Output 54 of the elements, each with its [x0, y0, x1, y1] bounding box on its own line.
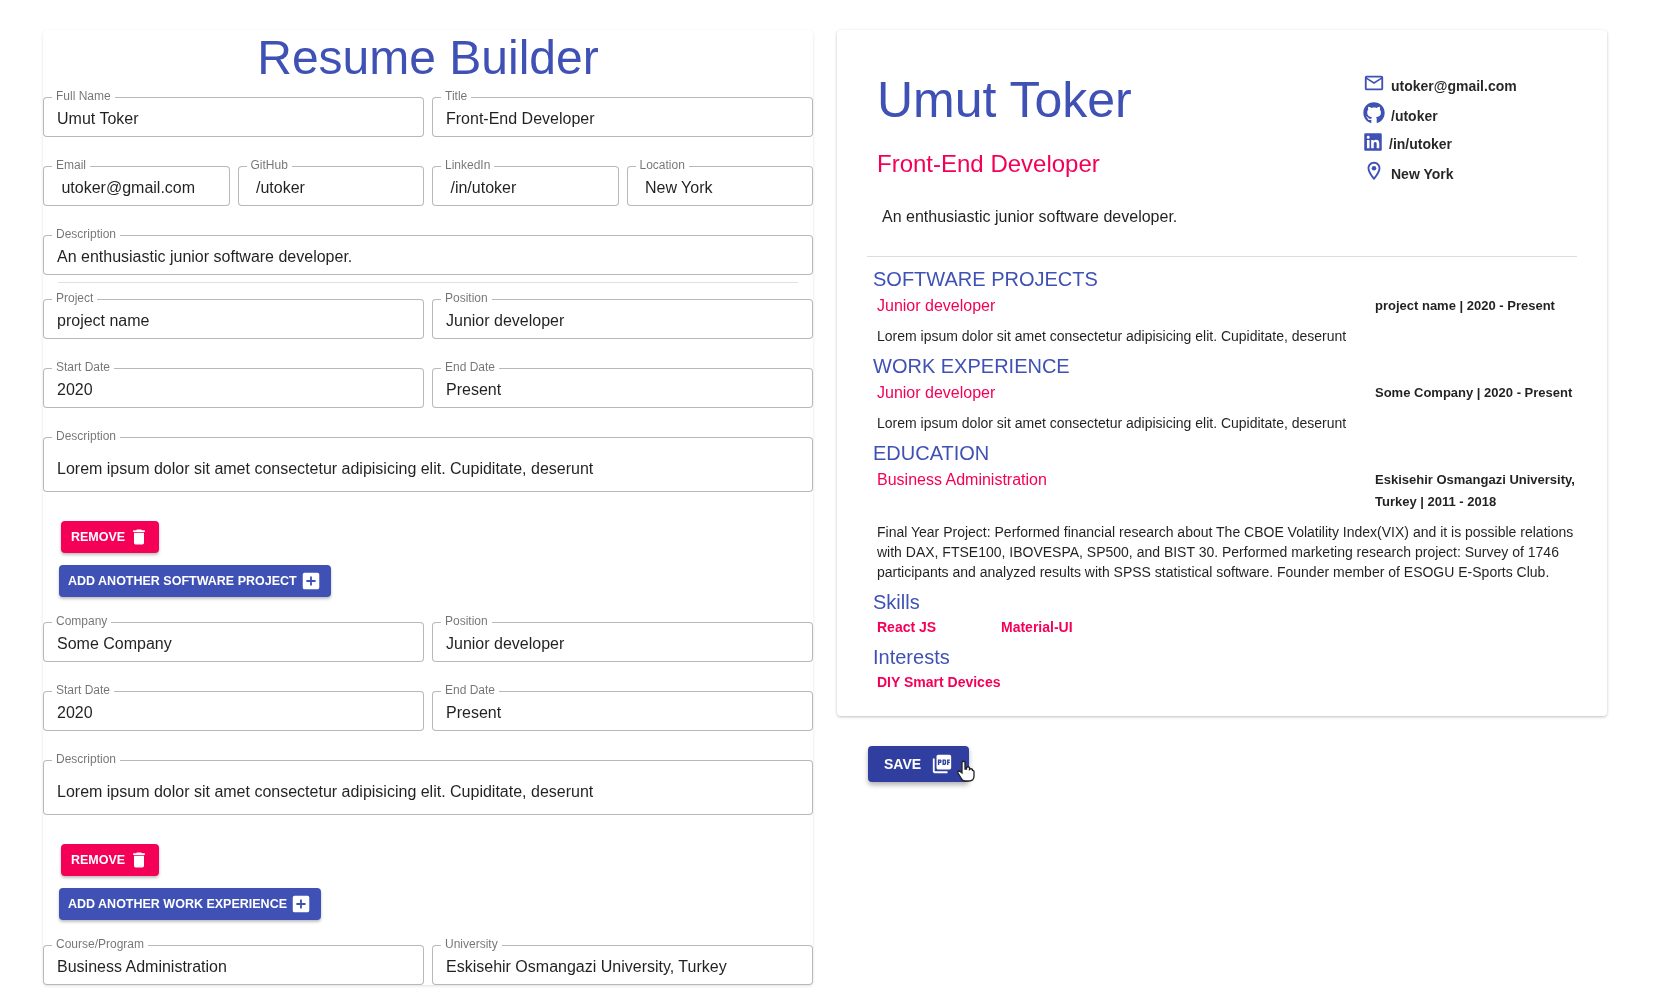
remove-button[interactable]: REMOVE	[61, 521, 160, 553]
entry-role: Junior developer	[877, 296, 997, 316]
field-label: Project	[52, 291, 98, 305]
pointer-cursor-icon	[957, 760, 975, 782]
linkedin-icon	[1363, 132, 1383, 152]
app-title: Resume Builder	[257, 30, 599, 86]
entry-role: Junior developer	[877, 383, 997, 403]
field-label: Start Date	[52, 683, 115, 697]
field-label: Position	[441, 614, 492, 628]
field-label: University	[441, 937, 502, 951]
field-label: Start Date	[52, 360, 115, 374]
tag-text: DIY Smart Devices	[877, 674, 1001, 690]
tag-text: React JS	[877, 619, 938, 635]
field-label: End Date	[441, 360, 500, 374]
field-label: Email	[52, 158, 90, 172]
field-label: Description	[52, 227, 121, 241]
contact-text: New York	[1391, 166, 1454, 182]
tag-text: Material-UI	[1001, 619, 1074, 635]
add-button[interactable]: ADD ANOTHER WORK EXPERIENCE	[59, 888, 321, 920]
plus-icon	[290, 893, 312, 915]
field-label: Location	[635, 158, 689, 172]
field-label: Description	[52, 752, 121, 766]
save-button[interactable]: SAVE	[868, 746, 970, 782]
add-button[interactable]: ADD ANOTHER SOFTWARE PROJECT	[59, 565, 331, 597]
entry-description: Lorem ipsum dolor sit amet consectetur adipisicing elit. Cupiditate, deserunt	[877, 327, 1348, 346]
section-heading: Interests	[872, 645, 951, 670]
entry-description: Lorem ipsum dolor sit amet consectetur adipisicing elit. Cupiditate, deserunt	[877, 414, 1348, 433]
field-label: GitHub	[246, 158, 292, 172]
field-label: Title	[441, 89, 472, 103]
contact-text: utoker@gmail.com	[1391, 78, 1517, 94]
section-heading: Skills	[872, 590, 921, 615]
field-label: Course/Program	[52, 937, 149, 951]
resume-title: Front-End Developer	[877, 150, 1100, 178]
field-label: Position	[441, 291, 492, 305]
contact-text: /in/utoker	[1389, 136, 1452, 152]
field-label: Full Name	[52, 89, 115, 103]
entry-meta: Some Company | 2020 - Present	[1375, 384, 1574, 402]
contact-text: /utoker	[1391, 108, 1438, 124]
resume-summary: An enthusiastic junior software developer.	[882, 208, 1179, 226]
remove-button[interactable]: REMOVE	[61, 844, 160, 876]
entry-role: Business Administration	[877, 470, 1048, 490]
entry-description: Final Year Project: Performed financial research about The CBOE Volatility Index(VIX) and it is possible relations with DAX, FTSE100, IBOVESPA, SP500, and BIST 30. Performed marketing research project: Survey of 1746 participants and analyzed results with SPSS statistical software. Founder member of ESOGU E-Sports Club.	[877, 523, 1575, 582]
field-label: Description	[52, 429, 121, 443]
section-heading: EDUCATION	[872, 441, 991, 466]
field-label: LinkedIn	[441, 158, 495, 172]
entry-meta: project name | 2020 - Present	[1375, 297, 1556, 315]
field-label: End Date	[441, 683, 500, 697]
pdf-icon	[931, 753, 954, 775]
section-heading: WORK EXPERIENCE	[872, 354, 1071, 379]
field-label: Company	[52, 614, 112, 628]
entry-meta: Eskisehir Osmangazi University, Turkey | 2011 - 2018	[1375, 471, 1576, 511]
github-icon	[1363, 102, 1385, 124]
resume-name: Umut Toker	[877, 71, 1132, 130]
section-heading: SOFTWARE PROJECTS	[872, 267, 1099, 292]
